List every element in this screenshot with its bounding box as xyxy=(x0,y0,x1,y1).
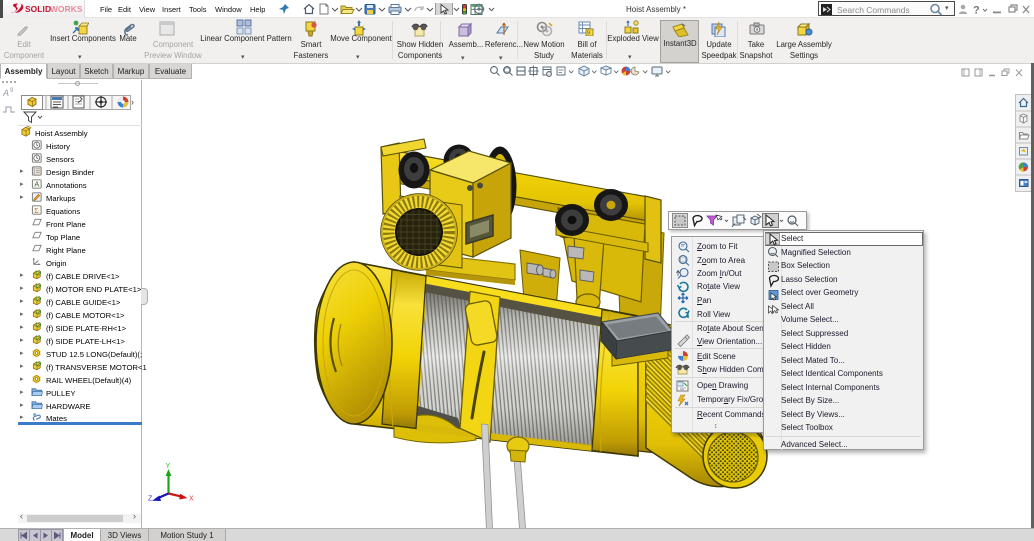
svg-text:Y: Y xyxy=(166,463,171,470)
svg-text:Z: Z xyxy=(148,496,153,503)
svg-text:?: ? xyxy=(973,5,980,17)
svg-text:X: X xyxy=(189,496,194,503)
svg-text:9: 9 xyxy=(10,88,14,94)
svg-text:A: A xyxy=(2,88,9,98)
svg-text:WORKS: WORKS xyxy=(50,4,83,14)
svg-text:SOLID: SOLID xyxy=(25,4,51,14)
svg-text:9: 9 xyxy=(587,31,590,36)
